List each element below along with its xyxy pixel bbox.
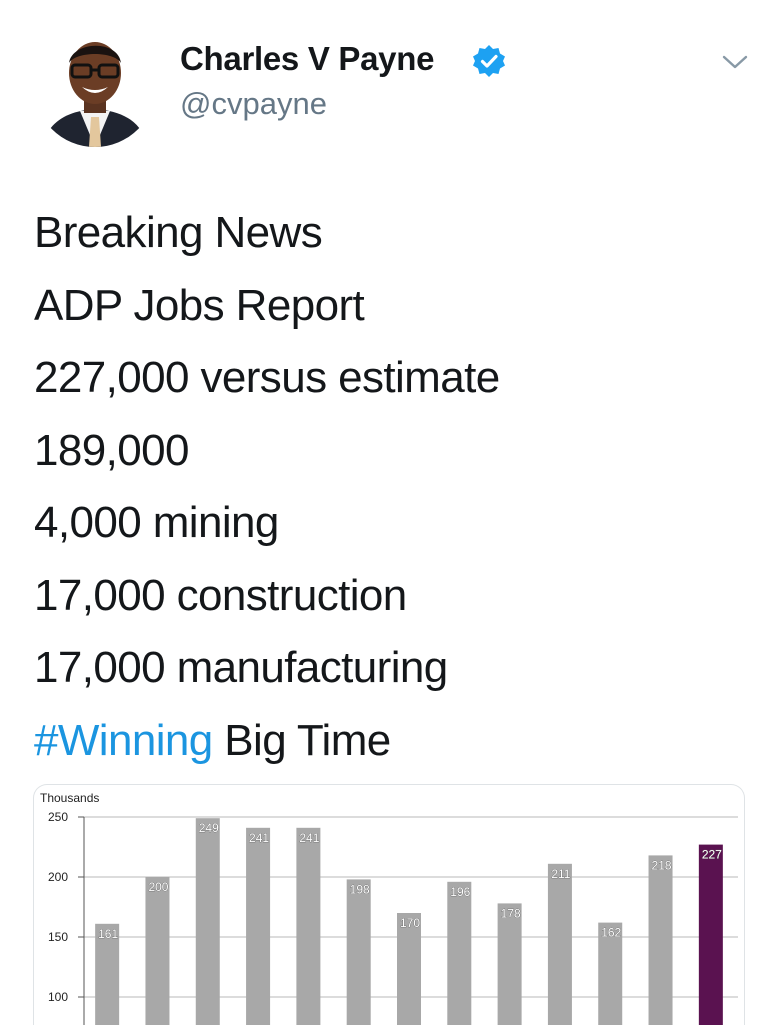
bar-value-label: 241 [299,831,319,845]
bar-value-label: 161 [98,927,118,941]
chart-bar [346,879,371,1025]
tweet-text: Breaking News ADP Jobs Report 227,000 ve… [34,197,754,777]
avatar-image [34,25,156,147]
chart-bar [447,881,472,1025]
chart-bar [648,855,673,1025]
y-tick-label: 100 [48,990,68,1004]
tweet-line: 189,000 [34,425,189,475]
y-axis-title: Thousands [40,791,99,805]
author-name[interactable]: Charles V Payne [180,40,434,78]
tweet-line-rest: Big Time [212,715,391,765]
hashtag-link[interactable]: #Winning [34,716,213,765]
media-image[interactable]: Thousands 250 200 150 100 161 200 249 241 241 198 1… [33,784,745,1025]
bar-value-label: 198 [350,882,370,896]
chart-bar [497,903,522,1025]
verified-badge-icon [472,44,506,78]
bar-value-label: 178 [501,906,521,920]
bar-value-label: 241 [249,831,269,845]
bar-value-label: 249 [199,821,219,835]
chart-bar [246,827,271,1025]
tweet-line: 227,000 versus estimate [34,353,500,402]
chevron-down-icon[interactable] [722,52,748,72]
tweet-line-hashtag: #Winning Big Time [34,705,754,778]
chart-bar [195,818,220,1025]
tweet: Charles V Payne @cvpayne Breaking News A… [0,0,776,1025]
y-tick-label: 200 [48,870,68,884]
bar-value-label: 170 [400,916,420,930]
chart-bar [547,863,572,1025]
bar-chart: Thousands 250 200 150 100 161 200 249 241 241 198 1… [40,791,738,1025]
tweet-line: 4,000 mining [34,498,279,547]
tweet-line: Breaking News [34,208,323,257]
tweet-line: ADP Jobs Report [34,280,365,330]
avatar[interactable] [34,25,156,147]
bar-value-label: 200 [148,880,168,894]
chart-bar [145,877,170,1025]
tweet-line: 17,000 manufacturing [34,643,448,692]
y-tick-label: 150 [48,930,68,944]
chart-bar [296,827,321,1025]
bar-value-label: 162 [601,926,621,940]
bar-value-label: 227 [702,848,722,862]
tweet-line: 17,000 construction [34,570,407,620]
chart-bar [698,844,723,1025]
y-tick-label: 250 [48,810,68,824]
bar-value-label: 211 [551,867,570,881]
bar-value-label: 196 [450,885,470,899]
author-handle[interactable]: @cvpayne [180,86,327,122]
bar-value-label: 218 [652,858,672,872]
